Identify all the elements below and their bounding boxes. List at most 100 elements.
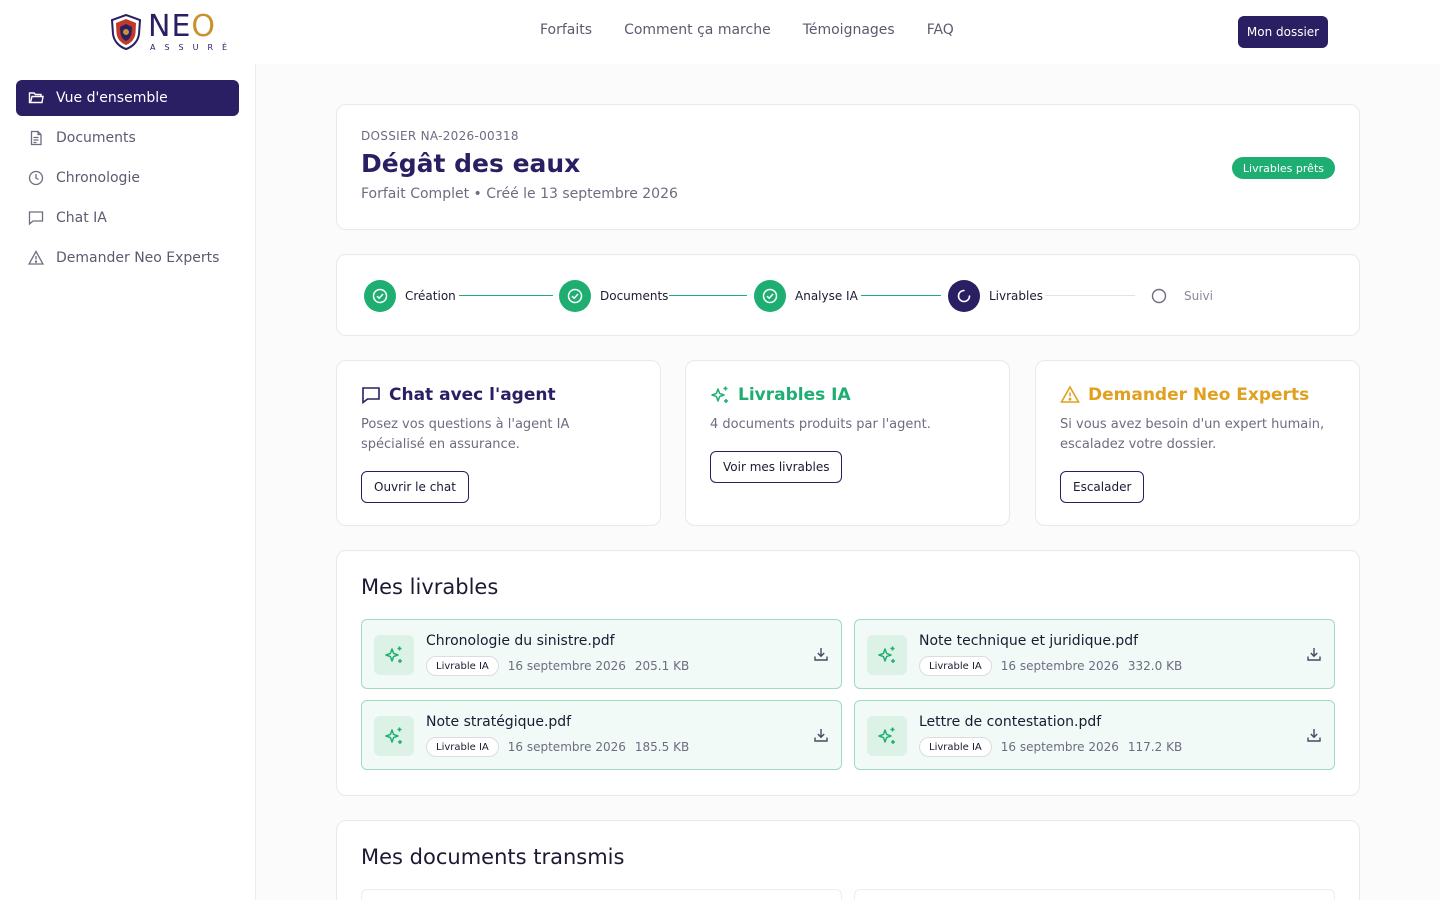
sidebar-item-documents[interactable]: Documents	[16, 120, 239, 156]
logo-subtitle: ASSURÉ	[150, 43, 237, 52]
step-connector	[459, 295, 553, 296]
chat-icon	[28, 211, 44, 226]
document-file[interactable]	[361, 889, 842, 900]
loading-spinner-icon	[957, 289, 971, 303]
file-icon-badge	[374, 716, 414, 756]
sidebar-item-chronologie[interactable]: Chronologie	[16, 160, 239, 196]
download-icon[interactable]	[813, 727, 829, 743]
sparkles-icon	[711, 386, 728, 403]
sparkles-icon	[385, 727, 402, 744]
livrable-tag: Livrable IA	[919, 656, 992, 676]
progress-stepper: Création Documents Analyse IA Livrables …	[336, 254, 1360, 336]
sidebar-item-chat-ia[interactable]: Chat IA	[16, 200, 239, 236]
nav-forfaits[interactable]: Forfaits	[540, 22, 592, 38]
top-navbar: NEO ASSURÉ Forfaits Comment ça marche Té…	[0, 0, 1440, 64]
clock-icon	[28, 170, 44, 186]
view-livrables-button[interactable]: Voir mes livrables	[710, 451, 843, 483]
card-title: Demander Neo Experts	[1060, 385, 1335, 405]
livrable-file[interactable]: Note technique et juridique.pdf Livrable…	[854, 619, 1335, 689]
livrable-file[interactable]: Lettre de contestation.pdf Livrable IA 1…	[854, 700, 1335, 770]
step-connector	[861, 295, 941, 296]
livrable-file[interactable]: Note stratégique.pdf Livrable IA 16 sept…	[361, 700, 842, 770]
logo-letter-e: E	[171, 9, 192, 44]
status-badge: Livrables prêts	[1231, 157, 1335, 179]
dossier-subtitle: Forfait Complet • Créé le 13 septembre 2…	[361, 186, 678, 202]
sidebar-item-label: Documents	[56, 130, 136, 146]
check-circle-icon	[762, 288, 778, 304]
livrable-tag: Livrable IA	[426, 737, 499, 757]
step-label: Livrables	[989, 289, 1043, 303]
step-connector	[669, 295, 747, 296]
dossier-title: Dégât des eaux	[361, 149, 581, 178]
document-icon	[30, 130, 42, 146]
step-connector	[1045, 295, 1135, 296]
step-done-indicator	[559, 280, 591, 312]
open-chat-button[interactable]: Ouvrir le chat	[361, 471, 469, 503]
download-icon[interactable]	[1306, 727, 1322, 743]
file-name: Lettre de contestation.pdf	[919, 714, 1102, 730]
livrable-tag: Livrable IA	[426, 656, 499, 676]
download-icon[interactable]	[1306, 646, 1322, 662]
check-circle-icon	[372, 288, 388, 304]
sidebar-item-label: Chat IA	[56, 210, 107, 226]
escalate-button[interactable]: Escalader	[1060, 471, 1145, 503]
step-livrables: Livrables	[948, 280, 1043, 312]
step-label: Documents	[600, 289, 669, 303]
step-done-indicator	[364, 280, 396, 312]
card-description: Posez vos questions à l'agent IA spécial…	[361, 417, 570, 452]
file-meta: Livrable IA 16 septembre 2026 117.2 KB	[919, 737, 1182, 757]
sparkles-icon	[385, 646, 402, 663]
step-pending-indicator	[1143, 280, 1175, 312]
warning-icon	[28, 250, 44, 265]
sidebar-item-neo-experts[interactable]: Demander Neo Experts	[16, 240, 239, 276]
document-file[interactable]	[854, 889, 1335, 900]
livrable-file[interactable]: Chronologie du sinistre.pdf Livrable IA …	[361, 619, 842, 689]
file-date: 16 septembre 2026	[507, 740, 626, 754]
dossier-id: DOSSIER NA-2026-00318	[361, 129, 519, 143]
nav-comment-ca-marche[interactable]: Comment ça marche	[624, 22, 771, 38]
sidebar-item-label: Demander Neo Experts	[56, 250, 220, 266]
shield-logo-icon	[110, 14, 142, 50]
file-name: Note technique et juridique.pdf	[919, 633, 1139, 649]
documents-section: Mes documents transmis	[336, 820, 1360, 900]
sidebar: Vue d'ensemble Documents Chronologie Cha…	[0, 64, 256, 900]
check-circle-icon	[567, 288, 583, 304]
logo-letter-o: O	[191, 9, 217, 44]
step-label: Analyse IA	[795, 289, 858, 303]
empty-circle-icon	[1151, 288, 1167, 304]
sidebar-item-label: Vue d'ensemble	[56, 90, 168, 106]
card-description: 4 documents produits par l'agent.	[710, 417, 931, 432]
file-name: Note stratégique.pdf	[426, 714, 572, 730]
main-content: DOSSIER NA-2026-00318 Dégât des eaux For…	[256, 64, 1440, 900]
step-done-indicator	[754, 280, 786, 312]
step-analyse-ia: Analyse IA	[754, 280, 858, 312]
file-size: 185.5 KB	[634, 740, 690, 754]
dossier-header-card: DOSSIER NA-2026-00318 Dégât des eaux For…	[336, 104, 1360, 230]
nav-temoignages[interactable]: Témoignages	[803, 22, 895, 38]
sidebar-item-label: Chronologie	[56, 170, 140, 186]
file-icon-badge	[867, 716, 907, 756]
file-icon-badge	[867, 635, 907, 675]
step-suivi: Suivi	[1143, 280, 1213, 312]
main-nav: Forfaits Comment ça marche Témoignages F…	[540, 22, 954, 38]
chat-agent-card: Chat avec l'agent Posez vos questions à …	[336, 360, 661, 526]
card-description: Si vous avez besoin d'un expert humain, …	[1060, 417, 1325, 452]
file-size: 117.2 KB	[1127, 740, 1183, 754]
neo-assure-logo[interactable]: NEO ASSURÉ	[110, 12, 236, 52]
livrables-ia-card: Livrables IA 4 documents produits par l'…	[685, 360, 1010, 526]
file-size: 332.0 KB	[1127, 659, 1183, 673]
mon-dossier-button[interactable]: Mon dossier	[1238, 16, 1328, 48]
logo-letter-n: N	[148, 9, 172, 44]
chat-icon	[362, 387, 380, 405]
file-date: 16 septembre 2026	[1000, 740, 1119, 754]
download-icon[interactable]	[813, 646, 829, 662]
step-current-indicator	[948, 280, 980, 312]
nav-faq[interactable]: FAQ	[927, 22, 954, 38]
neo-experts-card: Demander Neo Experts Si vous avez besoin…	[1035, 360, 1360, 526]
file-size: 205.1 KB	[634, 659, 690, 673]
file-name: Chronologie du sinistre.pdf	[426, 633, 615, 649]
card-title-text: Livrables IA	[738, 385, 851, 405]
file-date: 16 septembre 2026	[507, 659, 626, 673]
sparkles-icon	[878, 646, 895, 663]
sidebar-item-vue-ensemble[interactable]: Vue d'ensemble	[16, 80, 239, 116]
